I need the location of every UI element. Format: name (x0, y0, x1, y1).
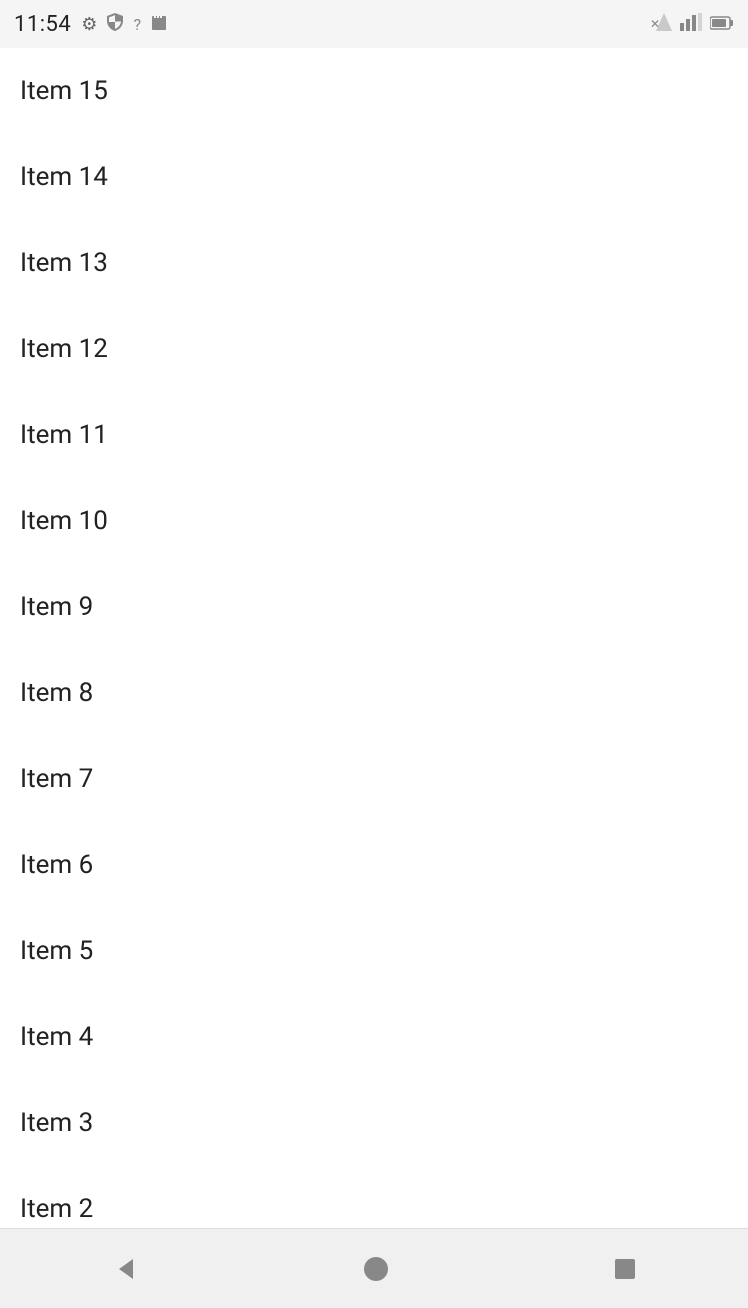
list-item[interactable]: Item 5 (0, 908, 748, 994)
list-item[interactable]: Item 11 (0, 392, 748, 478)
gear-icon (81, 14, 97, 35)
status-bar: 11:54 ? ✕ (0, 0, 748, 48)
list-item[interactable]: Item 3 (0, 1080, 748, 1166)
back-button[interactable] (101, 1245, 149, 1293)
wifi-question-icon: ? (133, 15, 141, 34)
list-item[interactable]: Item 6 (0, 822, 748, 908)
signal-x-icon: ✕ (650, 13, 672, 35)
list-item[interactable]: Item 15 (0, 48, 748, 134)
nav-bar (0, 1228, 748, 1308)
battery-icon (710, 15, 734, 34)
sd-card-icon (151, 13, 167, 36)
shield-icon (107, 13, 123, 36)
list-container[interactable]: Item 15Item 14Item 13Item 12Item 11Item … (0, 48, 748, 1228)
home-button[interactable] (352, 1245, 400, 1293)
list-item[interactable]: Item 13 (0, 220, 748, 306)
list-item[interactable]: Item 4 (0, 994, 748, 1080)
status-time: 11:54 (14, 12, 71, 37)
status-bar-right: ✕ (650, 13, 734, 35)
list-item[interactable]: Item 7 (0, 736, 748, 822)
signal-bars-icon (680, 13, 702, 35)
status-bar-left: 11:54 ? (14, 12, 167, 37)
list-item[interactable]: Item 8 (0, 650, 748, 736)
recents-button[interactable] (603, 1247, 647, 1291)
list-item[interactable]: Item 9 (0, 564, 748, 650)
list-item[interactable]: Item 12 (0, 306, 748, 392)
list-item[interactable]: Item 2 (0, 1166, 748, 1228)
list-item[interactable]: Item 10 (0, 478, 748, 564)
svg-text:✕: ✕ (650, 17, 660, 31)
list-item[interactable]: Item 14 (0, 134, 748, 220)
